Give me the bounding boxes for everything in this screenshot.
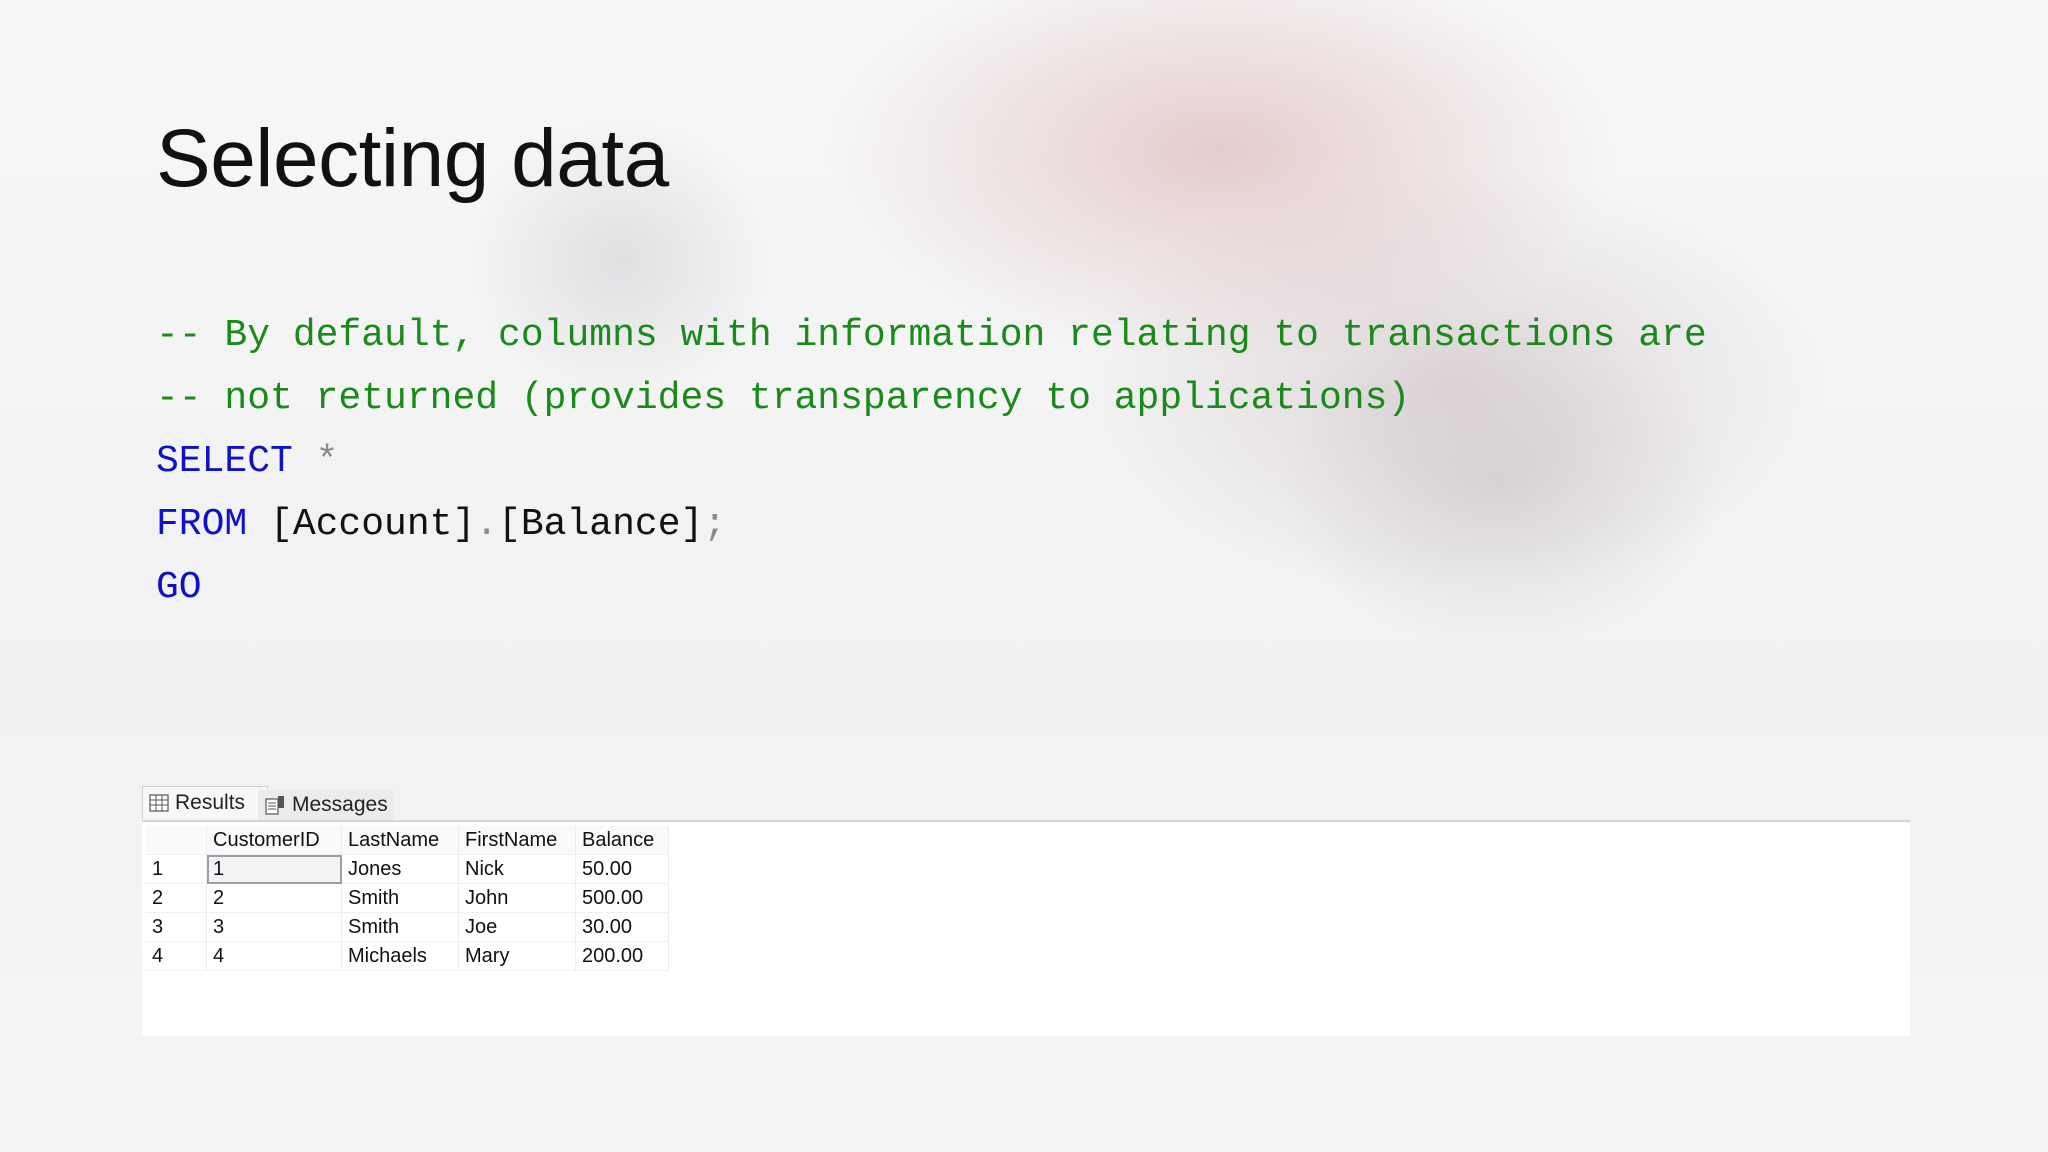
tab-results[interactable]: Results — [142, 786, 268, 819]
code-line: -- not returned (provides transparency t… — [156, 367, 1707, 430]
table-row: 3 3 Smith Joe 30.00 — [146, 912, 669, 942]
table-row: 2 2 Smith John 500.00 — [146, 883, 669, 913]
column-header-firstname[interactable]: FirstName — [458, 826, 576, 855]
sql-operator: ; — [703, 503, 727, 546]
sql-text: [Balance] — [498, 503, 704, 546]
column-header-balance[interactable]: Balance — [575, 826, 669, 855]
row-number[interactable]: 2 — [146, 883, 207, 913]
tab-messages[interactable]: Messages — [258, 790, 394, 820]
results-pane: Results Messages CustomerID LastName Fir… — [142, 786, 1910, 1036]
slide-title: Selecting data — [156, 113, 669, 204]
row-number[interactable]: 3 — [146, 912, 207, 942]
cell-firstname[interactable]: John — [458, 883, 576, 913]
cell-customerid[interactable]: 2 — [206, 883, 342, 913]
cell-balance[interactable]: 500.00 — [575, 883, 669, 913]
sql-text: [Account] — [247, 503, 476, 546]
cell-firstname[interactable]: Mary — [458, 941, 576, 971]
column-header-lastname[interactable]: LastName — [341, 826, 459, 855]
cell-customerid[interactable]: 1 — [206, 854, 342, 884]
results-grid-area[interactable]: CustomerID LastName FirstName Balance 1 … — [142, 820, 1910, 1036]
cell-balance[interactable]: 50.00 — [575, 854, 669, 884]
sql-code-block: -- By default, columns with information … — [156, 304, 1707, 619]
sql-keyword: FROM — [156, 503, 248, 546]
sql-operator: * — [315, 440, 339, 483]
cell-lastname[interactable]: Jones — [341, 854, 459, 884]
code-line: FROM [Account].[Balance]; — [156, 493, 1707, 556]
row-number[interactable]: 1 — [146, 854, 207, 884]
cell-firstname[interactable]: Nick — [458, 854, 576, 884]
sql-keyword: SELECT — [156, 440, 293, 483]
cell-customerid[interactable]: 3 — [206, 912, 342, 942]
results-grid: CustomerID LastName FirstName Balance 1 … — [146, 826, 669, 971]
header-row: CustomerID LastName FirstName Balance — [146, 826, 669, 855]
cell-firstname[interactable]: Joe — [458, 912, 576, 942]
cell-balance[interactable]: 200.00 — [575, 941, 669, 971]
code-line: -- By default, columns with information … — [156, 304, 1707, 367]
cell-balance[interactable]: 30.00 — [575, 912, 669, 942]
sql-operator: . — [475, 503, 499, 546]
code-line: GO — [156, 556, 1707, 619]
cell-lastname[interactable]: Michaels — [341, 941, 459, 971]
column-header-customerid[interactable]: CustomerID — [206, 826, 342, 855]
table-row: 4 4 Michaels Mary 200.00 — [146, 941, 669, 971]
messages-icon — [264, 795, 286, 815]
sql-comment: -- By default, columns with information … — [156, 314, 1707, 357]
cell-customerid[interactable]: 4 — [206, 941, 342, 971]
cell-lastname[interactable]: Smith — [341, 883, 459, 913]
code-line: SELECT * — [156, 430, 1707, 493]
cell-lastname[interactable]: Smith — [341, 912, 459, 942]
grid-icon — [149, 794, 169, 812]
sql-comment: -- not returned (provides transparency t… — [156, 377, 1411, 420]
sql-keyword: GO — [156, 566, 202, 609]
tab-results-label: Results — [175, 791, 246, 814]
row-number[interactable]: 4 — [146, 941, 207, 971]
tab-messages-label: Messages — [292, 793, 388, 816]
table-row: 1 1 Jones Nick 50.00 — [146, 854, 669, 884]
column-header-rownum[interactable] — [146, 826, 207, 855]
